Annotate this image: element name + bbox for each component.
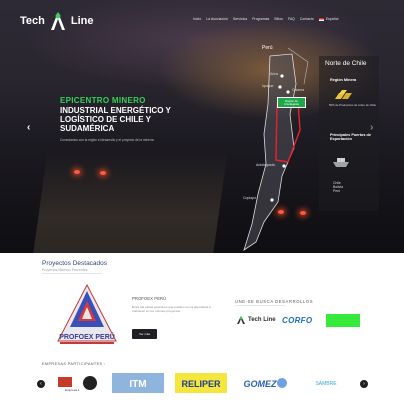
brand-name-left: Tech	[20, 15, 45, 27]
brand-name-right: Line	[70, 15, 94, 27]
projects-title: Proyectos Destacados	[42, 260, 108, 267]
nav-item-asociacion[interactable]: La Asociación	[206, 17, 228, 21]
city-label: Arica	[270, 72, 278, 76]
view-more-button[interactable]: Ver más	[132, 329, 157, 339]
exports-label: Principales Puertos de Exportación	[330, 133, 371, 142]
truck-light	[74, 170, 80, 174]
divider	[42, 273, 102, 274]
partners-prev-button[interactable]: ‹	[37, 380, 45, 388]
partner-name: GOMEZ	[244, 379, 278, 389]
partner-name: ITM	[129, 379, 146, 390]
nav-item-sitios[interactable]: Sitios	[274, 17, 283, 21]
partner-name: SAMBRE	[315, 381, 337, 387]
mining-note: 50% de Producción de cobre de Chile	[329, 103, 376, 107]
chile-flag-icon	[318, 17, 324, 21]
partner-logo[interactable]: RELIPER	[175, 373, 227, 393]
projects-subtitle: Proyectos Mineros Recientes	[42, 268, 88, 272]
partner-name: RELIPER	[181, 379, 221, 389]
corfo-logo[interactable]: CORFO	[282, 316, 312, 325]
partner-logo[interactable]: Empresa 1	[55, 373, 100, 393]
hero-subtitle: Conectamos con la región el desarrollo y…	[60, 138, 155, 142]
panel-title: Norte de Chile	[325, 60, 367, 67]
hero-prev-arrow[interactable]: ‹	[27, 122, 30, 133]
project-description: Entre las varias gestiones que pueden se…	[132, 305, 211, 313]
countries-list: Chile Bolivia Perú	[333, 181, 343, 194]
nav-item-contacto[interactable]: Contacto	[300, 17, 314, 21]
project-name: PROFOEX PERÚ	[132, 296, 167, 301]
truck-light	[100, 171, 106, 175]
partner-logo[interactable]: SAMBRE	[300, 373, 352, 393]
mining-region-label: Región Minera	[330, 78, 357, 82]
allies-title: UNE-SE BUSCA DESARROLLOS	[235, 299, 314, 304]
nav-item-faq[interactable]: FAQ	[288, 17, 295, 21]
hero-headline: INDUSTRIAL ENERGÉTICO Y LOGÍSTICO DE CHI…	[60, 106, 171, 133]
profoex-logo[interactable]: PROFOEX PERÚ	[52, 281, 122, 351]
city-label: Calama	[292, 88, 305, 92]
language-selector[interactable]: Español	[318, 17, 339, 21]
profoex-logo-text: PROFOEX PERÚ	[59, 332, 115, 341]
nav-item-inicio[interactable]: Inicio	[193, 17, 201, 21]
north-chile-panel: Norte de Chile Región Minera 50% de Prod…	[319, 56, 379, 211]
city-label: Iquique	[262, 84, 274, 88]
nav-item-servicios[interactable]: Servicios	[233, 17, 247, 21]
techline-emblem-icon	[237, 316, 245, 324]
country-item: Perú	[333, 189, 341, 194]
gold-bars-icon	[335, 90, 352, 99]
main-menu: Inicio La Asociación Servicios Programas…	[193, 17, 338, 21]
region-badge[interactable]: Región de Antofagasta	[277, 97, 306, 108]
green-ally-logo[interactable]	[326, 314, 360, 327]
techline-ally-text: Tech Line	[248, 317, 276, 323]
partners-title: EMPRESAS PARTICIPANTES :	[42, 362, 106, 366]
top-navigation: Tech Line Inicio La Asociación Servicios…	[0, 0, 404, 40]
divider	[235, 305, 285, 306]
partners-next-button[interactable]: ›	[360, 380, 368, 388]
language-label: Español	[325, 17, 339, 21]
hero-road-image	[32, 150, 228, 253]
hero-text-block: EPICENTRO MINERO INDUSTRIAL ENERGÉTICO Y…	[60, 96, 190, 142]
map-country-label: Perú	[262, 45, 273, 51]
partner-name: Empresa 1	[65, 388, 80, 392]
city-label: Antofagasta	[256, 163, 275, 167]
nav-item-programas[interactable]: Programas	[252, 17, 269, 21]
partner-logo[interactable]: ITM	[112, 373, 164, 393]
hero-kicker: EPICENTRO MINERO	[60, 96, 146, 105]
techline-ally-logo[interactable]: Tech Line	[236, 315, 276, 325]
ship-icon	[333, 158, 349, 167]
brand-emblem-icon	[50, 12, 65, 30]
city-label: Copiapó	[243, 196, 257, 200]
partner-logo[interactable]: GOMEZ	[238, 373, 290, 393]
hero-banner: Tech Line Inicio La Asociación Servicios…	[0, 0, 404, 253]
brand-logo[interactable]: Tech Line	[20, 10, 93, 32]
